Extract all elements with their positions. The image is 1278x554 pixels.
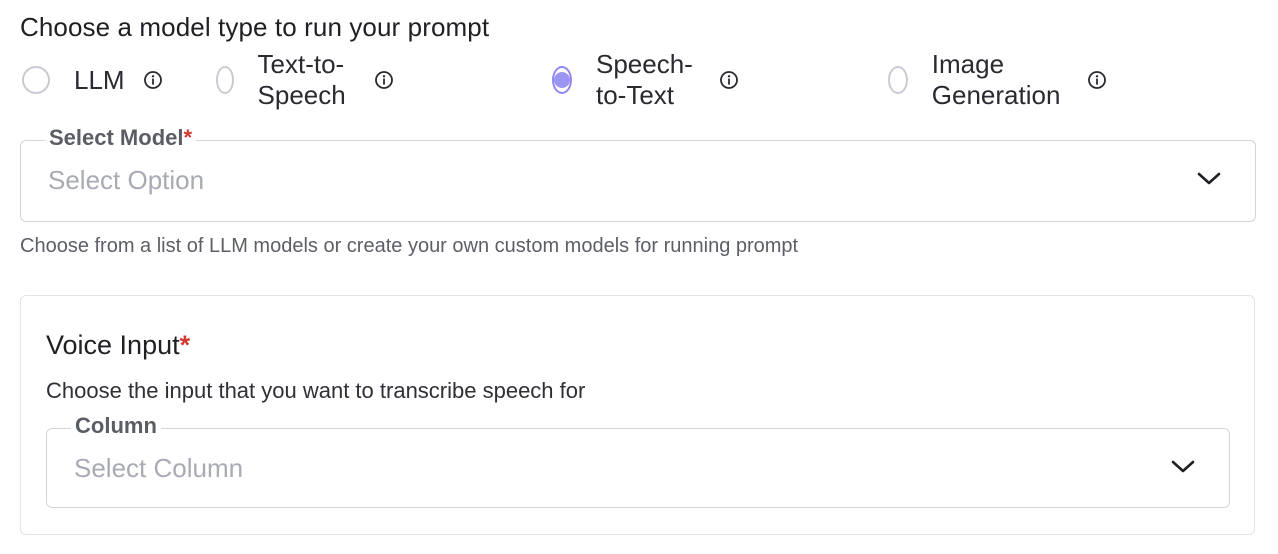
chevron-down-icon[interactable] (1197, 171, 1221, 187)
radio-label-speech-to-text[interactable]: Speech-to-Text (596, 49, 701, 111)
radio-option-text-to-speech[interactable]: Text-to-Speech (216, 49, 394, 110)
voice-input-description: Choose the input that you want to transc… (46, 378, 586, 403)
info-icon[interactable] (374, 70, 394, 90)
model-type-heading: Choose a model type to run your prompt (20, 12, 490, 42)
radio-label-text-to-speech[interactable]: Text-to-Speech (258, 49, 357, 111)
select-model-placeholder: Select Option (48, 165, 205, 195)
select-model-label: Select Model* (45, 125, 197, 151)
radio-button-speech-to-text[interactable] (552, 66, 572, 94)
column-select-dropdown[interactable]: Column Select Column (46, 413, 1230, 508)
radio-option-speech-to-text[interactable]: Speech-to-Text (552, 49, 739, 110)
radio-button-image-generation[interactable] (888, 66, 908, 94)
voice-input-title: Voice Input* (46, 330, 191, 360)
radio-button-llm[interactable] (22, 66, 50, 94)
radio-label-llm[interactable]: LLM (74, 65, 125, 96)
select-model-dropdown[interactable]: Select Model* Select Option (20, 125, 1256, 222)
radio-label-image-generation[interactable]: Image Generation (932, 49, 1069, 111)
info-icon[interactable] (1087, 70, 1107, 90)
select-model-helper-text: Choose from a list of LLM models or crea… (20, 235, 799, 257)
required-asterisk: * (179, 330, 191, 360)
info-icon[interactable] (719, 70, 739, 90)
column-placeholder: Select Column (74, 453, 244, 483)
required-asterisk: * (183, 125, 193, 150)
chevron-down-icon[interactable] (1171, 459, 1195, 475)
model-config-form: Choose a model type to run your prompt L… (0, 0, 1278, 554)
info-icon[interactable] (143, 70, 163, 90)
radio-option-llm[interactable]: LLM (22, 60, 163, 100)
radio-button-text-to-speech[interactable] (216, 66, 234, 94)
radio-option-image-generation[interactable]: Image Generation (888, 49, 1107, 110)
column-label: Column (71, 413, 161, 439)
voice-input-card: Voice Input* Choose the input that you w… (20, 295, 1255, 535)
